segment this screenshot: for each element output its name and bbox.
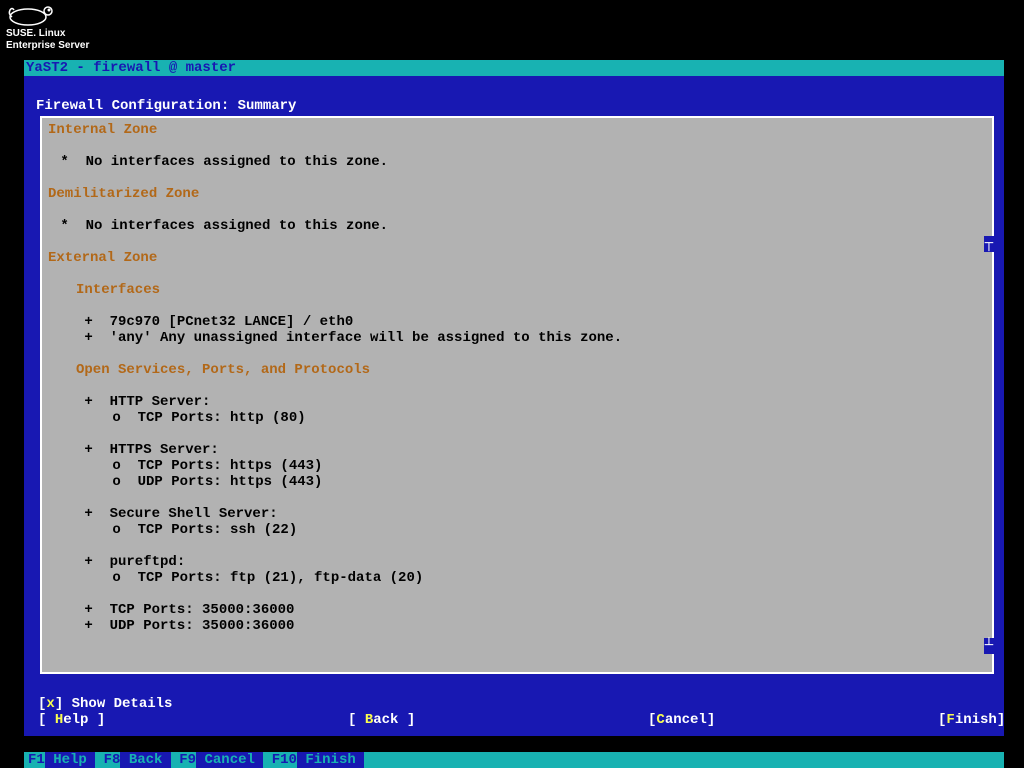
- service-https-tcp: o TCP Ports: https (443): [104, 458, 986, 474]
- service-http: + HTTP Server:: [76, 394, 986, 410]
- f1-key[interactable]: F1 Help: [28, 752, 95, 768]
- help-button[interactable]: [ Help ]: [38, 712, 348, 728]
- zone-dmz-line: * No interfaces assigned to this zone.: [52, 218, 986, 234]
- scroll-indicator-bottom[interactable]: ┴: [984, 638, 994, 654]
- zone-internal-line: * No interfaces assigned to this zone.: [52, 154, 986, 170]
- checkbox-mark: x: [46, 696, 54, 712]
- zone-external-header: External Zone: [48, 250, 986, 266]
- window-titlebar: YaST2 - firewall @ master: [24, 60, 1004, 76]
- show-details-checkbox[interactable]: [x] Show Details: [38, 696, 992, 712]
- udp-port-range: + UDP Ports: 35000:36000: [76, 618, 986, 634]
- tcp-port-range: + TCP Ports: 35000:36000: [76, 602, 986, 618]
- cancel-button[interactable]: [Cancel]: [648, 712, 938, 728]
- interface-any: + 'any' Any unassigned interface will be…: [76, 330, 986, 346]
- main-panel: Firewall Configuration: Summary ┬ ┴ Inte…: [24, 76, 1004, 736]
- function-key-bar: F1 Help F8 Back F9 Cancel F10 Finish: [24, 752, 1004, 768]
- services-header: Open Services, Ports, and Protocols: [76, 362, 986, 378]
- service-ssh-tcp: o TCP Ports: ssh (22): [104, 522, 986, 538]
- f9-key[interactable]: F9 Cancel: [179, 752, 263, 768]
- logo-text-2: Enterprise Server: [6, 40, 89, 52]
- back-button[interactable]: [ Back ]: [348, 712, 648, 728]
- suse-logo: SUSE. Linux Enterprise Server: [6, 2, 89, 52]
- logo-text-1: SUSE. Linux: [6, 28, 89, 40]
- service-https-udp: o UDP Ports: https (443): [104, 474, 986, 490]
- scroll-indicator-top[interactable]: ┬: [984, 236, 994, 252]
- page-title: Firewall Configuration: Summary: [36, 98, 296, 114]
- zone-dmz-header: Demilitarized Zone: [48, 186, 986, 202]
- f10-key[interactable]: F10 Finish: [272, 752, 364, 768]
- service-pureftpd: + pureftpd:: [76, 554, 986, 570]
- service-pureftpd-tcp: o TCP Ports: ftp (21), ftp-data (20): [104, 570, 986, 586]
- window-title: YaST2 - firewall @ master: [26, 60, 236, 76]
- finish-button[interactable]: [Finish]: [938, 712, 1005, 728]
- service-https: + HTTPS Server:: [76, 442, 986, 458]
- f8-key[interactable]: F8 Back: [104, 752, 171, 768]
- chameleon-icon: [6, 2, 62, 26]
- checkbox-label: ] Show Details: [55, 696, 173, 712]
- interface-eth0: + 79c970 [PCnet32 LANCE] / eth0: [76, 314, 986, 330]
- interfaces-header: Interfaces: [76, 282, 986, 298]
- service-http-tcp: o TCP Ports: http (80): [104, 410, 986, 426]
- summary-box: ┬ ┴ Internal Zone * No interfaces assign…: [40, 116, 994, 674]
- zone-internal-header: Internal Zone: [48, 122, 986, 138]
- service-ssh: + Secure Shell Server:: [76, 506, 986, 522]
- bottom-controls: [x] Show Details [ Help ] [ Back ] [Canc…: [36, 696, 992, 728]
